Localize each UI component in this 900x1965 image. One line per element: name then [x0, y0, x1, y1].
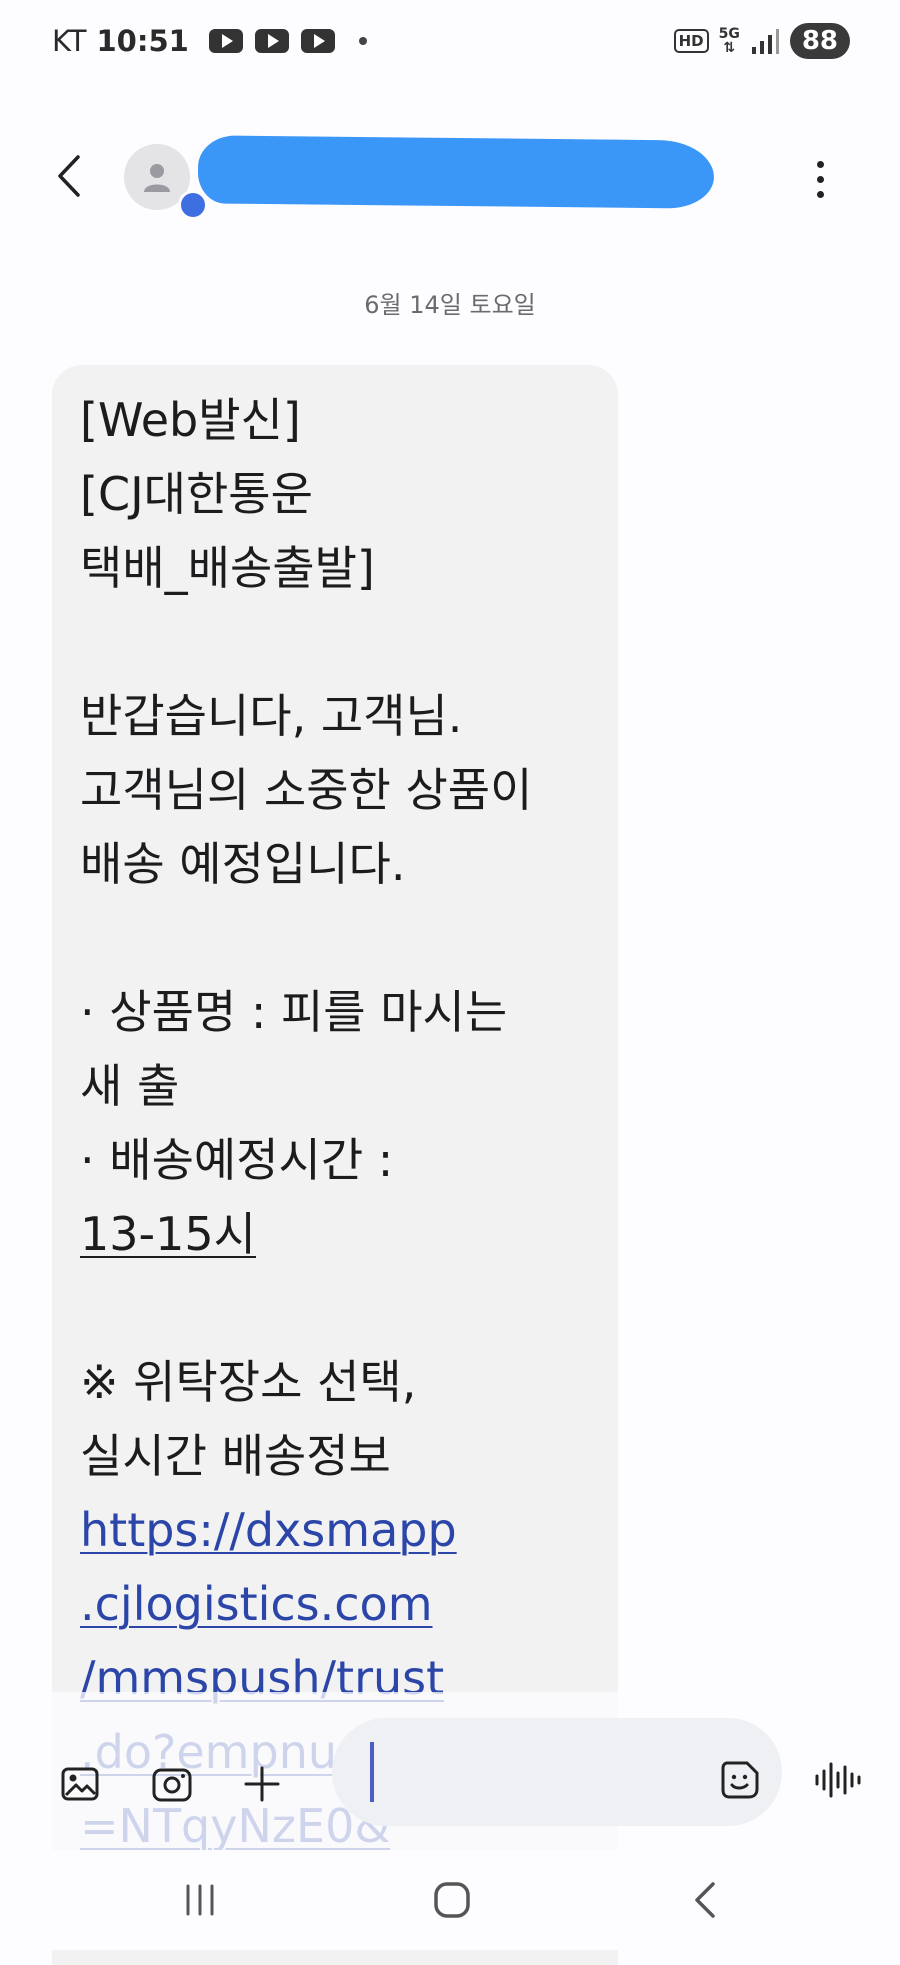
back-icon — [695, 1882, 715, 1918]
contact-name-redacted[interactable] — [197, 135, 715, 209]
message-line: 배송 예정입니다. — [80, 827, 590, 901]
message-line — [80, 605, 590, 679]
data-arrows-icon: ⇅ — [723, 40, 736, 56]
voice-icon — [815, 1762, 861, 1798]
message-line: 반갑습니다, 고객님. — [80, 679, 590, 753]
message-text: [Web발신] [CJ대한통운택배_배송출발] 반갑습니다, 고객님. 고객님의 소중… — [80, 383, 590, 1863]
message-line-text: ※ 위탁장소 선택, — [80, 1355, 417, 1409]
text-cursor — [370, 1742, 374, 1802]
message-line: 고객님의 소중한 상품이 — [80, 753, 590, 827]
message-line: 실시간 배송정보 — [80, 1419, 590, 1493]
date-divider: 6월 14일 토요일 — [364, 291, 536, 319]
home-icon — [434, 1882, 470, 1918]
hd-voice-icon: HD — [673, 29, 709, 53]
camera-button[interactable] — [148, 1760, 196, 1808]
youtube-notification-icon — [208, 29, 243, 53]
status-right: HD 5G ⇅ 88 — [673, 23, 850, 59]
message-line: · 배송예정시간 : — [80, 1123, 590, 1197]
recents-button[interactable] — [170, 1870, 230, 1930]
youtube-notification-icon — [300, 29, 335, 53]
battery-indicator: 88 — [789, 23, 850, 59]
message-line-text: 반갑습니다, 고객님. — [80, 689, 463, 743]
system-navigation-bar — [0, 1850, 900, 1950]
message-line-text: 실시간 배송정보 — [80, 1429, 391, 1483]
network-type-icon: 5G ⇅ — [719, 27, 740, 55]
signal-icon — [751, 29, 779, 54]
message-line-text: · 배송예정시간 : — [80, 1133, 394, 1187]
message-line-text[interactable]: https://dxsmapp — [80, 1503, 457, 1557]
message-line-text: 고객님의 소중한 상품이 — [80, 763, 533, 817]
camera-icon — [152, 1768, 192, 1802]
conversation-header — [0, 120, 900, 230]
message-line: 새 출 — [80, 1049, 590, 1123]
message-line-text: 택배_배송출발] — [80, 541, 375, 595]
voice-record-button[interactable] — [810, 1756, 866, 1804]
sticker-button[interactable] — [716, 1756, 764, 1804]
message-line-text: [Web발신] — [80, 393, 301, 447]
message-line-text[interactable]: .cjlogistics.com — [80, 1577, 433, 1631]
message-input[interactable] — [332, 1718, 782, 1826]
more-dot-icon — [816, 175, 824, 183]
add-icon — [244, 1766, 280, 1802]
more-options-button[interactable] — [800, 154, 840, 204]
gallery-button[interactable] — [56, 1760, 104, 1808]
message-line-text: 배송 예정입니다. — [80, 837, 406, 891]
message-line — [80, 1271, 590, 1345]
status-left: KT 10:51 — [52, 24, 367, 58]
more-notifications-icon — [358, 37, 367, 45]
message-line: 택배_배송출발] — [80, 531, 590, 605]
message-line-text: 새 출 — [80, 1059, 180, 1113]
message-line-text: · 상품명 : 피를 마시는 — [80, 985, 508, 1039]
recents-icon — [186, 1884, 214, 1916]
clock: 10:51 — [96, 24, 189, 58]
chat-badge-icon — [178, 190, 208, 220]
youtube-notification-icon — [254, 29, 289, 53]
message-link-line[interactable]: https://dxsmapp — [80, 1493, 590, 1567]
back-button[interactable] — [44, 146, 94, 206]
sticker-icon — [721, 1761, 759, 1799]
message-line: ※ 위탁장소 선택, — [80, 1345, 590, 1419]
more-dot-icon — [816, 160, 824, 168]
more-dot-icon — [816, 190, 824, 198]
message-line — [80, 901, 590, 975]
message-line-text: [CJ대한통운 — [80, 467, 313, 521]
message-line: [CJ대한통운 — [80, 457, 590, 531]
message-line: · 상품명 : 피를 마시는 — [80, 975, 590, 1049]
message-link-line[interactable]: .cjlogistics.com — [80, 1567, 590, 1641]
gallery-icon — [61, 1767, 99, 1801]
back-arrow-icon — [58, 155, 80, 197]
message-composer — [0, 1692, 900, 1850]
status-bar: KT 10:51 HD 5G ⇅ 88 — [0, 0, 900, 82]
message-line: 13-15시 — [80, 1197, 590, 1271]
home-button[interactable] — [422, 1870, 482, 1930]
nav-back-button[interactable] — [676, 1870, 736, 1930]
message-line: [Web발신] — [80, 383, 590, 457]
person-icon — [144, 164, 170, 192]
carrier-label: KT — [52, 24, 87, 58]
message-line-text: 13-15시 — [80, 1207, 256, 1261]
add-attachment-button[interactable] — [238, 1760, 286, 1808]
